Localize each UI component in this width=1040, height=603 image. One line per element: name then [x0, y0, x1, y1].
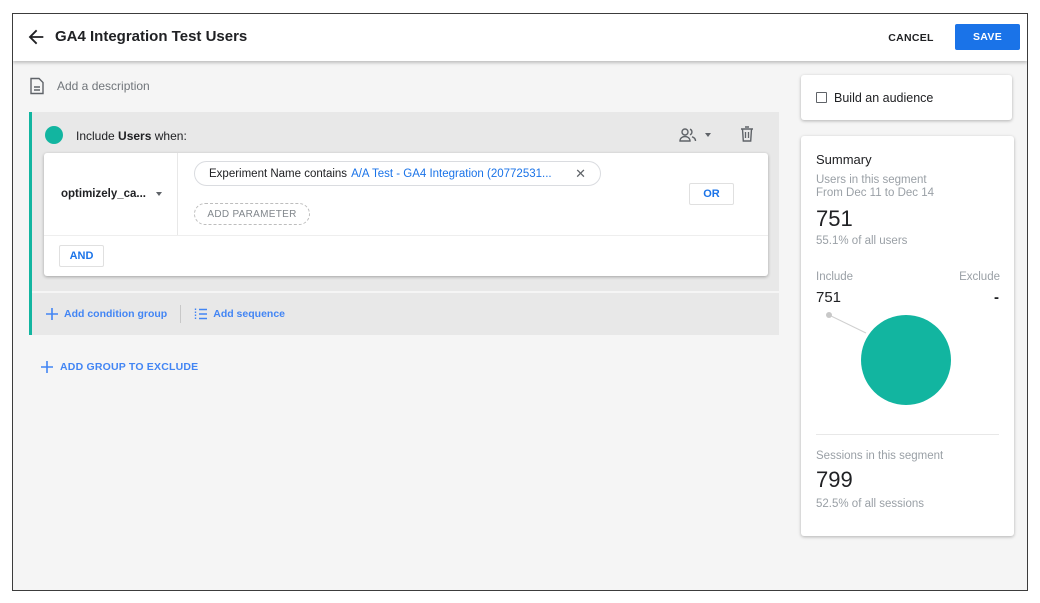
- filter-value: A/A Test - GA4 Integration (20772531...: [351, 167, 552, 180]
- top-bar: GA4 Integration Test Users CANCEL SAVE: [13, 14, 1027, 61]
- save-button[interactable]: SAVE: [955, 24, 1020, 50]
- sessions-percent: 52.5% of all sessions: [816, 498, 925, 510]
- exclude-count: -: [994, 289, 999, 306]
- add-parameter-button[interactable]: ADD PARAMETER: [194, 203, 310, 225]
- date-range: From Dec 11 to Dec 14: [816, 187, 935, 199]
- sequence-list-icon: [195, 308, 208, 320]
- and-button[interactable]: AND: [59, 245, 104, 267]
- and-row: AND: [44, 235, 768, 276]
- build-audience-card: Build an audience: [801, 75, 1012, 120]
- condition-card: optimizely_ca... Experiment Name contain…: [44, 153, 768, 276]
- divider: [180, 305, 182, 323]
- include-prefix: Include: [76, 129, 115, 143]
- segment-builder-window: GA4 Integration Test Users CANCEL SAVE A…: [12, 13, 1028, 591]
- chevron-down-icon: [705, 133, 711, 137]
- description-placeholder: Add a description: [57, 79, 150, 93]
- add-condition-group-button[interactable]: Add condition group: [45, 307, 167, 321]
- include-label: Include: [816, 271, 854, 283]
- dimension-value: optimizely_ca...: [61, 188, 147, 200]
- pie-slice-include: [861, 315, 951, 405]
- filter-label: Experiment Name contains: [209, 167, 348, 180]
- or-button[interactable]: OR: [689, 183, 734, 205]
- segment-pie-chart: [826, 312, 951, 405]
- add-exclude-label: ADD GROUP TO EXCLUDE: [60, 361, 199, 373]
- include-scope-label: Include Users when:: [76, 129, 187, 143]
- close-icon[interactable]: ✕: [575, 166, 586, 182]
- pie-leader-dot: [826, 312, 832, 318]
- add-condition-group-label: Add condition group: [64, 308, 168, 320]
- sessions-count: 799: [816, 467, 853, 492]
- add-group-to-exclude-button[interactable]: ADD GROUP TO EXCLUDE: [40, 360, 198, 374]
- users-percent: 55.1% of all users: [816, 235, 908, 247]
- summary-title: Summary: [816, 152, 872, 167]
- include-suffix: when:: [154, 129, 187, 143]
- include-count: 751: [816, 289, 842, 306]
- users-icon: [679, 128, 697, 142]
- cancel-button[interactable]: CANCEL: [879, 25, 943, 50]
- document-icon: [30, 77, 44, 95]
- add-sequence-button[interactable]: Add sequence: [194, 307, 285, 321]
- users-label: Users in this segment: [816, 174, 927, 186]
- summary-card: Summary Users in this segment From Dec 1…: [801, 136, 1014, 536]
- include-scope: Users: [118, 129, 152, 143]
- page-title: GA4 Integration Test Users: [55, 28, 248, 45]
- plus-icon: [46, 308, 58, 320]
- users-count: 751: [816, 206, 853, 231]
- arrow-left-icon[interactable]: [25, 26, 47, 48]
- sessions-label: Sessions in this segment: [816, 450, 944, 462]
- include-condition-group: Include Users when: optimizely_ca... Exp…: [29, 112, 779, 335]
- group-header: Include Users when:: [32, 112, 779, 154]
- trash-icon[interactable]: [738, 125, 756, 143]
- scope-dropdown[interactable]: [679, 125, 719, 145]
- summary-divider: [816, 434, 999, 435]
- add-sequence-label: Add sequence: [213, 308, 286, 320]
- pie-leader-line: [828, 314, 867, 334]
- plus-icon: [41, 361, 53, 373]
- group-color-dot: [45, 126, 63, 144]
- filter-chip[interactable]: Experiment Name contains A/A Test - GA4 …: [194, 161, 601, 186]
- exclude-label: Exclude: [959, 271, 1000, 283]
- build-audience-checkbox[interactable]: [816, 92, 827, 103]
- chevron-down-icon: [156, 192, 162, 196]
- build-audience-label: Build an audience: [834, 90, 934, 105]
- dimension-select[interactable]: optimizely_ca...: [44, 153, 178, 235]
- description-field[interactable]: Add a description: [29, 77, 150, 95]
- group-footer: Add condition group Add sequence: [32, 291, 779, 335]
